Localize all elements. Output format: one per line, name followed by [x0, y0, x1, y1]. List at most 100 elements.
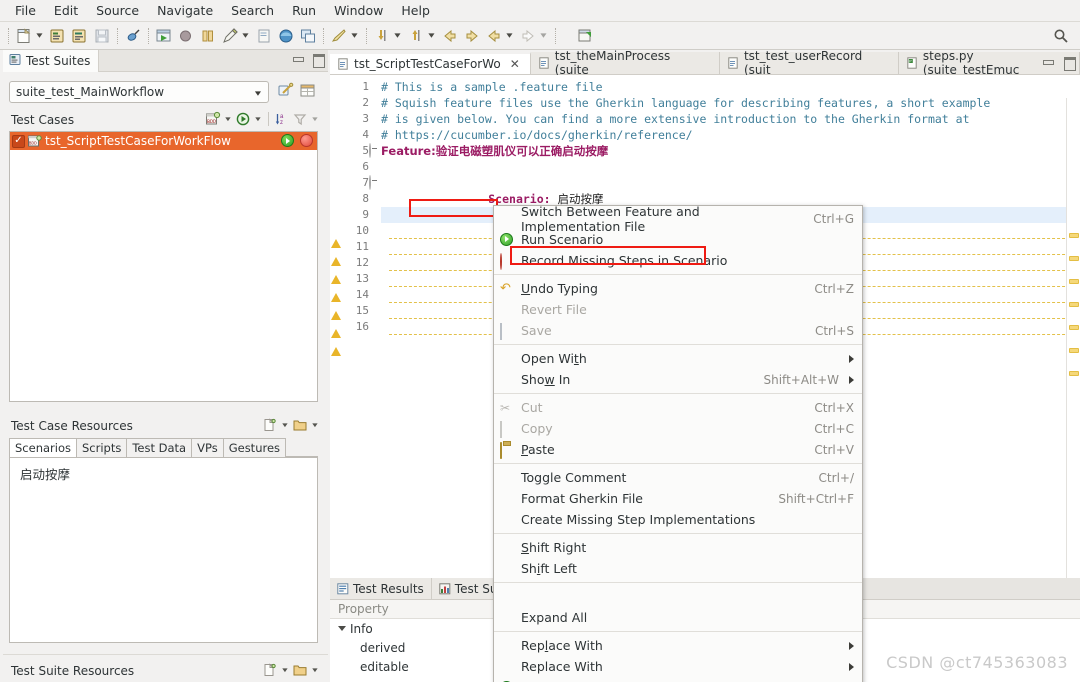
menu-item-run-related-test-case[interactable]: PyDev: [494, 677, 862, 682]
warning-icon[interactable]: [330, 333, 343, 356]
open-folder-icon[interactable]: [292, 417, 308, 433]
minimize-icon[interactable]: [1042, 56, 1054, 68]
sort-az-icon[interactable]: az: [274, 111, 290, 127]
new-resource-dropdown[interactable]: [280, 662, 290, 678]
back-icon[interactable]: [441, 27, 459, 45]
menu-item-show-in[interactable]: Show In Shift+Alt+W: [494, 369, 862, 390]
tab-test-data[interactable]: Test Data: [126, 438, 193, 457]
scenario-item[interactable]: 启动按摩: [10, 458, 317, 483]
edit-pen-dropdown[interactable]: [241, 27, 250, 45]
menu-item-toggle-comment[interactable]: Toggle Comment Ctrl+/: [494, 467, 862, 488]
test-cases-list[interactable]: ✓ BDD tst_ScriptTestCaseForWorkFlow: [9, 131, 318, 402]
open-folder-dropdown[interactable]: [310, 417, 320, 433]
ruler-warning-mark[interactable]: [1069, 256, 1079, 261]
menu-item-switch-feature-impl[interactable]: Switch Between Feature and Implementatio…: [494, 204, 862, 234]
menu-item-undo-typing[interactable]: ↶ Undo Typing Ctrl+Z: [494, 278, 862, 299]
menu-source[interactable]: Source: [87, 1, 148, 21]
new-resource-icon[interactable]: [262, 417, 278, 433]
new-bdd-dropdown[interactable]: [223, 111, 233, 127]
folding-gutter[interactable]: [369, 75, 381, 578]
menu-item-open-with[interactable]: Open With: [494, 348, 862, 369]
ruler-warning-mark[interactable]: [1069, 302, 1079, 307]
overview-ruler[interactable]: [1066, 98, 1080, 578]
new-test-suite-icon[interactable]: [49, 27, 67, 45]
prev-icon[interactable]: [485, 27, 503, 45]
ruler-warning-mark[interactable]: [1069, 279, 1079, 284]
record-icon[interactable]: [177, 27, 195, 45]
menu-navigate[interactable]: Navigate: [148, 1, 222, 21]
tab-gestures[interactable]: Gestures: [222, 438, 287, 457]
tab-test-results[interactable]: Test Results: [330, 578, 432, 599]
warning-icon[interactable]: [330, 261, 343, 284]
step-into-icon[interactable]: [373, 27, 391, 45]
ruler-warning-mark[interactable]: [1069, 233, 1079, 238]
tab-test-suites[interactable]: Test Suites: [3, 49, 100, 72]
new-resource-icon[interactable]: [262, 662, 278, 678]
search-icon[interactable]: [1052, 27, 1070, 45]
warning-icon[interactable]: [330, 297, 343, 320]
menu-file[interactable]: File: [6, 1, 45, 21]
fold-toggle-feature[interactable]: [369, 143, 381, 159]
run-squish-icon[interactable]: [155, 27, 173, 45]
suite-table-icon[interactable]: [299, 82, 316, 102]
menu-item-replace-with[interactable]: Replace With: [494, 635, 862, 656]
menu-item-pydev[interactable]: Replace With: [494, 656, 862, 677]
new-file-icon[interactable]: [15, 27, 33, 45]
suite-select[interactable]: suite_test_MainWorkflow: [9, 81, 269, 103]
test-cases-run-icon[interactable]: [235, 111, 251, 127]
menu-item-run-scenario[interactable]: Run Scenario: [494, 229, 862, 250]
menu-item-record-missing-steps[interactable]: Record Missing Steps in Scenario: [494, 250, 862, 271]
test-cases-run-dropdown[interactable]: [253, 111, 263, 127]
new-script-icon[interactable]: [255, 27, 273, 45]
menu-item-create-missing-step-implementations[interactable]: Create Missing Step Implementations: [494, 509, 862, 530]
chevron-down-icon[interactable]: [338, 626, 346, 631]
menu-item-format-gherkin-file[interactable]: Format Gherkin File Shift+Ctrl+F: [494, 488, 862, 509]
filter-dropdown[interactable]: [310, 111, 320, 127]
tab-scripts[interactable]: Scripts: [75, 438, 128, 457]
menu-item-shift-left[interactable]: Shift Left: [494, 558, 862, 579]
chevron-down-icon[interactable]: [255, 82, 261, 104]
ruler-warning-mark[interactable]: [1069, 325, 1079, 330]
new-test-case-icon[interactable]: [71, 27, 89, 45]
next-icon[interactable]: [519, 27, 537, 45]
menu-item-paste[interactable]: Paste Ctrl+V: [494, 439, 862, 460]
menu-item-collapse-all[interactable]: Expand All: [494, 607, 862, 628]
step-over-icon[interactable]: [407, 27, 425, 45]
editor-tab-1[interactable]: tst_theMainProcess (suite_: [530, 49, 720, 77]
edit-pen-icon[interactable]: [221, 27, 239, 45]
tab-vps[interactable]: VPs: [191, 438, 224, 457]
run-icon[interactable]: [281, 134, 294, 147]
close-icon[interactable]: ✕: [510, 57, 520, 71]
save-icon[interactable]: [93, 27, 111, 45]
pause-icon[interactable]: [199, 27, 217, 45]
warning-icon[interactable]: [330, 225, 343, 248]
tab-scenarios[interactable]: Scenarios: [9, 438, 77, 457]
browser-icon[interactable]: [277, 27, 295, 45]
forward-icon[interactable]: [463, 27, 481, 45]
next-dropdown[interactable]: [539, 27, 548, 45]
scenarios-list[interactable]: 启动按摩: [9, 457, 318, 643]
menu-help[interactable]: Help: [392, 1, 439, 21]
record-icon[interactable]: [300, 134, 313, 147]
warning-icon[interactable]: [330, 243, 343, 266]
menu-item-expand-all[interactable]: [494, 586, 862, 607]
maximize-icon[interactable]: [1063, 56, 1076, 71]
ruler-warning-mark[interactable]: [1069, 371, 1079, 376]
menu-window[interactable]: Window: [325, 1, 392, 21]
new-resource-dropdown[interactable]: [280, 417, 290, 433]
prev-dropdown[interactable]: [505, 27, 514, 45]
open-folder-icon[interactable]: [292, 662, 308, 678]
minimize-icon[interactable]: [292, 53, 304, 65]
pick-dropdown[interactable]: [350, 27, 359, 45]
fold-toggle-scenario[interactable]: [369, 175, 381, 191]
test-case-row[interactable]: ✓ BDD tst_ScriptTestCaseForWorkFlow: [10, 132, 317, 150]
editor-tab-0[interactable]: tst_ScriptTestCaseForWo ✕: [330, 52, 531, 74]
menu-item-shift-right[interactable]: Shift Right: [494, 537, 862, 558]
warning-icon[interactable]: [330, 315, 343, 338]
maximize-icon[interactable]: [312, 53, 325, 68]
open-perspective-icon[interactable]: [576, 27, 594, 45]
step-over-dropdown[interactable]: [427, 27, 436, 45]
warning-icon[interactable]: [330, 279, 343, 302]
editor-tab-2[interactable]: tst_test_userRecord (suit: [719, 49, 899, 77]
menu-search[interactable]: Search: [222, 1, 283, 21]
